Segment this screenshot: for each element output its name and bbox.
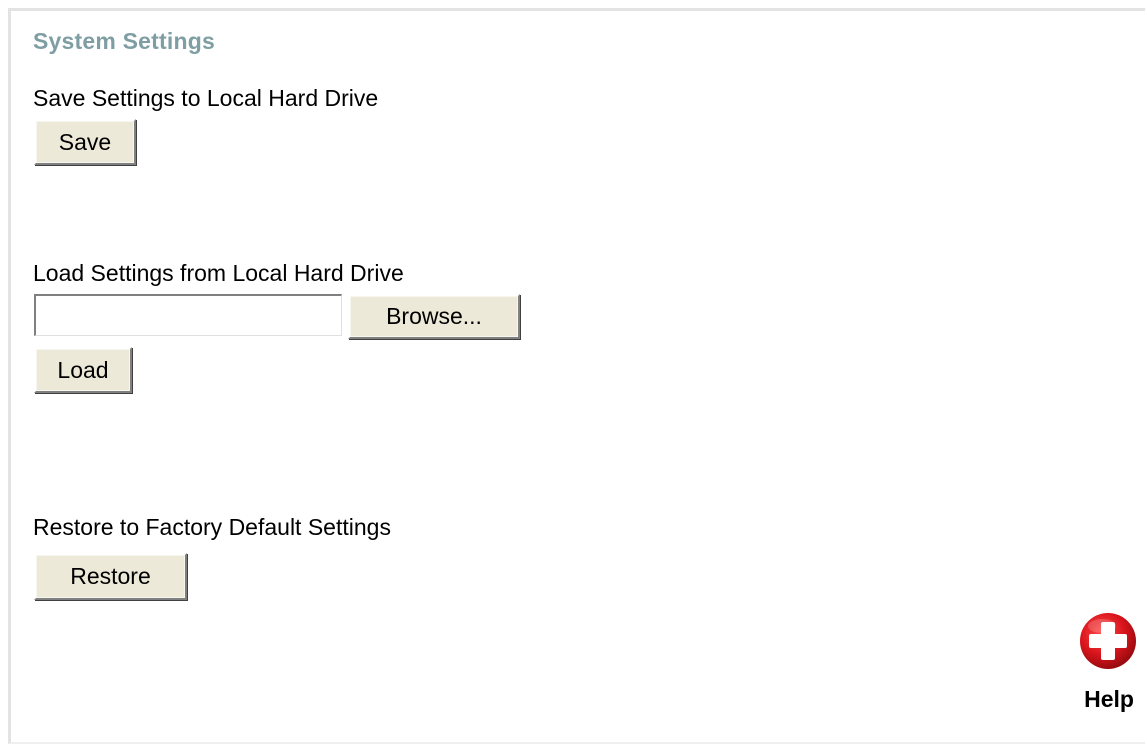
save-button[interactable]: Save xyxy=(34,119,136,165)
page-title: System Settings xyxy=(33,28,215,54)
system-settings-panel: System Settings Save Settings to Local H… xyxy=(8,8,1145,744)
load-settings-label: Load Settings from Local Hard Drive xyxy=(33,260,404,286)
settings-file-input[interactable] xyxy=(34,294,342,336)
help-link[interactable]: Help xyxy=(1074,611,1144,721)
help-label: Help xyxy=(1084,686,1134,712)
plus-cross-icon xyxy=(1080,613,1136,669)
load-button[interactable]: Load xyxy=(34,347,132,393)
save-settings-label: Save Settings to Local Hard Drive xyxy=(33,85,379,111)
restore-button[interactable]: Restore xyxy=(34,553,187,600)
restore-settings-label: Restore to Factory Default Settings xyxy=(33,514,391,540)
browse-button[interactable]: Browse... xyxy=(348,294,520,339)
